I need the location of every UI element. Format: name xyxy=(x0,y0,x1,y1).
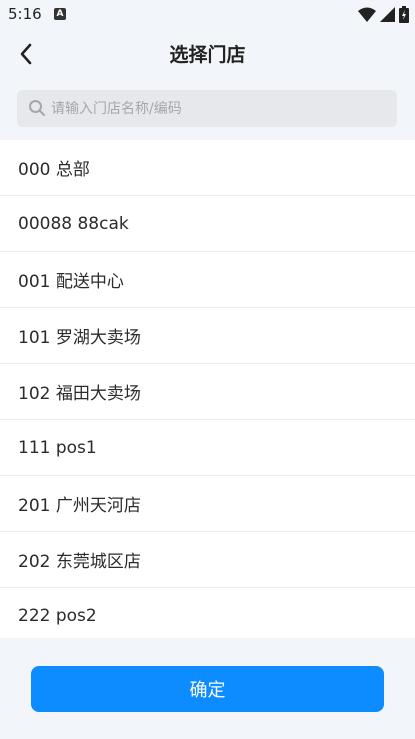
footer: 确定 xyxy=(0,638,415,739)
list-item-001[interactable]: 001 配送中心 xyxy=(0,252,415,308)
status-icons xyxy=(358,6,409,23)
list-item-111[interactable]: 111 pos1 xyxy=(0,420,415,476)
list-item-00088[interactable]: 00088 88cak xyxy=(0,196,415,252)
search-box[interactable] xyxy=(17,90,397,127)
list-item-101[interactable]: 101 罗湖大卖场 xyxy=(0,308,415,364)
page-title: 选择门店 xyxy=(169,44,246,66)
search-icon xyxy=(29,100,45,116)
list-item-102[interactable]: 102 福田大卖场 xyxy=(0,364,415,420)
confirm-button[interactable]: 确定 xyxy=(31,666,384,712)
a-icon: A xyxy=(54,8,66,20)
battery-icon xyxy=(399,6,409,23)
list-item-222[interactable]: 222 pos2 xyxy=(0,588,415,638)
header: 选择门店 xyxy=(0,30,415,78)
wifi-icon xyxy=(358,7,376,22)
list-item-201[interactable]: 201 广州天河店 xyxy=(0,476,415,532)
search-input[interactable] xyxy=(51,90,387,127)
list-item-202[interactable]: 202 东莞城区店 xyxy=(0,532,415,588)
status-bar: 5:16 A xyxy=(0,0,415,30)
list-item-000[interactable]: 000 总部 xyxy=(0,140,415,196)
signal-icon xyxy=(380,7,395,22)
store-list: 000 总部 00088 88cak 001 配送中心 101 罗湖大卖场 10… xyxy=(0,140,415,638)
status-time: 5:16 xyxy=(8,5,42,23)
